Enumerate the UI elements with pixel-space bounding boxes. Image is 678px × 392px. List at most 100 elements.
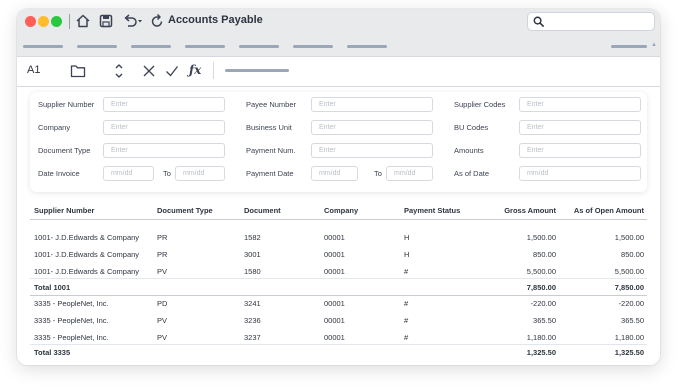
table-cell: 1001- J.D.Edwards & Company: [34, 250, 140, 259]
table-cell: 850.00: [533, 250, 556, 259]
table-cell: PV: [157, 333, 168, 342]
column-header-company[interactable]: Company: [324, 206, 358, 215]
collapse-ribbon-icon[interactable]: ▲: [651, 42, 657, 48]
filter-label-as-of-date: As of Date: [454, 169, 490, 178]
column-header-document[interactable]: Document: [244, 206, 281, 215]
payment-date-to-field[interactable]: mm/dd: [386, 166, 433, 181]
menu-item-7[interactable]: [347, 45, 387, 48]
supplier-codes-field[interactable]: Enter: [519, 97, 641, 112]
payee-number-field[interactable]: Enter: [311, 97, 433, 112]
table-cell: 5,500.00: [614, 267, 644, 276]
table-cell: 00001: [324, 299, 345, 308]
table-cell: 1001- J.D.Edwards & Company: [34, 267, 140, 276]
formula-input[interactable]: [225, 69, 289, 72]
filter-label-business-unit: Business Unit: [246, 123, 292, 132]
menu-item-6[interactable]: [293, 45, 333, 48]
business-unit-field[interactable]: Enter: [311, 120, 433, 135]
menu-item-4[interactable]: [185, 45, 225, 48]
maximize-window-button[interactable]: [51, 16, 62, 27]
table-cell: 00001: [324, 316, 345, 325]
table-cell: PV: [157, 267, 168, 276]
table-cell: 1,500.00: [614, 233, 644, 242]
payment-date-from-field[interactable]: mm/dd: [311, 166, 358, 181]
payment-num-field[interactable]: Enter: [311, 143, 433, 158]
menu-item-1[interactable]: [23, 45, 63, 48]
menu-item-right[interactable]: [611, 45, 647, 48]
table-cell: 00001: [324, 267, 345, 276]
table-cell: 1,180.00: [526, 333, 556, 342]
supplier-number-field[interactable]: Enter: [103, 97, 225, 112]
search-icon: [533, 16, 544, 27]
date-invoice-to-field[interactable]: mm/dd: [175, 166, 225, 181]
folder-icon[interactable]: [70, 64, 86, 78]
save-icon[interactable]: [98, 13, 114, 29]
subtotal-label: Total 3335: [34, 348, 71, 357]
table-cell: H: [404, 250, 410, 259]
payment-date-to-label: To: [374, 169, 382, 178]
home-icon[interactable]: [75, 13, 91, 29]
function-icon[interactable]: ƒx: [189, 63, 201, 77]
undo-icon[interactable]: [121, 13, 143, 29]
filter-label-amounts: Amounts: [454, 146, 484, 155]
subtotal-label: Total 1001: [34, 283, 71, 292]
document-type-field[interactable]: Enter: [103, 143, 225, 158]
confirm-icon[interactable]: [165, 64, 179, 78]
table-cell: PR: [157, 250, 168, 259]
bu-codes-field[interactable]: Enter: [519, 120, 641, 135]
window-title: Accounts Payable: [168, 14, 263, 26]
company-field[interactable]: Enter: [103, 120, 225, 135]
column-header-document-type[interactable]: Document Type: [157, 206, 213, 215]
table-cell: #: [404, 267, 409, 276]
amounts-field[interactable]: Enter: [519, 143, 641, 158]
title-bar: Accounts Payable ▲: [17, 9, 660, 56]
app-window: Accounts Payable ▲ A1 ƒx Supplier Number…: [17, 9, 660, 365]
filter-label-payee-number: Payee Number: [246, 100, 297, 109]
column-header-supplier-number[interactable]: Supplier Number: [34, 206, 94, 215]
cell-reference[interactable]: A1: [27, 64, 40, 76]
minimize-window-button[interactable]: [38, 16, 49, 27]
table-cell: 5,500.00: [526, 267, 556, 276]
date-invoice-from-field[interactable]: mm/dd: [103, 166, 154, 181]
table-cell: 00001: [324, 233, 345, 242]
filter-label-bu-codes: BU Codes: [454, 123, 489, 132]
subtotal-open: 1,325.50: [614, 348, 644, 357]
as-of-date-field[interactable]: mm/dd: [519, 166, 641, 181]
close-window-button[interactable]: [25, 16, 36, 27]
table-cell: 1,500.00: [526, 233, 556, 242]
column-header-payment-status[interactable]: Payment Status: [404, 206, 460, 215]
table-cell: 850.00: [621, 250, 644, 259]
table-cell: 00001: [324, 333, 345, 342]
toolbar-separator: [69, 14, 70, 29]
group-divider: [30, 295, 647, 296]
filter-label-supplier-codes: Supplier Codes: [454, 100, 506, 109]
menu-item-3[interactable]: [131, 45, 171, 48]
menu-item-5[interactable]: [239, 45, 279, 48]
formula-separator: [213, 62, 214, 79]
column-header-gross-amount[interactable]: Gross Amount: [490, 206, 556, 215]
table-cell: 1001- J.D.Edwards & Company: [34, 233, 140, 242]
table-cell: 3335 - PeopleNet, Inc.: [34, 333, 109, 342]
table-cell: PR: [157, 233, 168, 242]
filter-label-payment-date: Payment Date: [246, 169, 294, 178]
table-cell: PV: [157, 316, 168, 325]
table-cell: 3237: [244, 333, 261, 342]
table-cell: -220.00: [618, 299, 644, 308]
table-cell: PD: [157, 299, 168, 308]
table-cell: #: [404, 333, 409, 342]
formula-bar: A1 ƒx: [17, 56, 660, 87]
cancel-icon[interactable]: [142, 64, 156, 78]
table-cell: 3236: [244, 316, 261, 325]
table-cell: #: [404, 316, 409, 325]
stepper-icon[interactable]: [114, 62, 124, 80]
refresh-icon[interactable]: [149, 13, 165, 29]
subtotal-gross: 7,850.00: [526, 283, 556, 292]
date-invoice-to-label: To: [163, 169, 171, 178]
menu-item-2[interactable]: [77, 45, 117, 48]
subtotal-gross: 1,325.50: [526, 348, 556, 357]
search-input[interactable]: [528, 13, 654, 30]
column-header-open-amount[interactable]: As of Open Amount: [560, 206, 644, 215]
table-cell: 3335 - PeopleNet, Inc.: [34, 316, 109, 325]
table-cell: #: [404, 299, 409, 308]
table-cell: 3335 - PeopleNet, Inc.: [34, 299, 109, 308]
table-cell: 3241: [244, 299, 261, 308]
